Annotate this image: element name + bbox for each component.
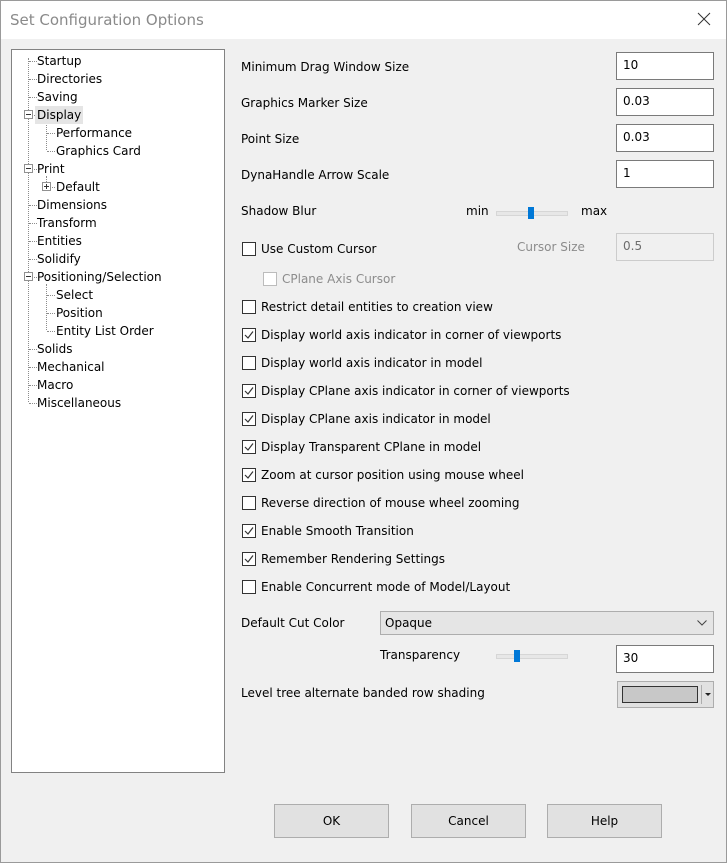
dynahandle-label: DynaHandle Arrow Scale: [241, 168, 390, 182]
shadow-blur-min-label: min: [466, 204, 489, 218]
close-button[interactable]: [689, 9, 719, 31]
tree-item-display[interactable]: Display: [35, 106, 84, 124]
use-custom-cursor-label[interactable]: Use Custom Cursor: [261, 242, 376, 256]
tree-item-startup[interactable]: Startup: [35, 52, 84, 70]
config-dialog: Set Configuration Options Startup Direct…: [0, 0, 727, 863]
close-icon: [697, 12, 711, 26]
option-checkbox[interactable]: [242, 524, 256, 538]
option-checkbox-label[interactable]: Restrict detail entities to creation vie…: [261, 300, 493, 314]
tree-item-solids[interactable]: Solids: [35, 340, 75, 358]
point-size-label: Point Size: [241, 132, 300, 146]
dialog-title: Set Configuration Options: [10, 11, 204, 29]
min-drag-input[interactable]: 10: [616, 52, 714, 80]
tree-item-performance[interactable]: Performance: [54, 124, 134, 142]
option-checkbox[interactable]: [242, 580, 256, 594]
checkmark-icon: [244, 415, 254, 423]
tree-item-miscellaneous[interactable]: Miscellaneous: [35, 394, 123, 412]
checkmark-icon: [244, 387, 254, 395]
tree-item-entities[interactable]: Entities: [35, 232, 84, 250]
shadow-blur-slider-thumb[interactable]: [528, 207, 534, 219]
checkmark-icon: [244, 527, 254, 535]
expand-default-icon[interactable]: [42, 182, 51, 191]
use-custom-cursor-checkbox[interactable]: [242, 242, 256, 256]
option-checkbox[interactable]: [242, 384, 256, 398]
option-checkbox[interactable]: [242, 356, 256, 370]
cursor-size-input[interactable]: 0.5: [616, 233, 714, 261]
option-checkbox-label[interactable]: Remember Rendering Settings: [261, 552, 445, 566]
dynahandle-input[interactable]: 1: [616, 160, 714, 188]
cut-color-dropdown[interactable]: Opaque: [380, 611, 714, 635]
banded-shading-color-picker[interactable]: [617, 681, 714, 708]
color-swatch: [622, 686, 698, 703]
shadow-blur-max-label: max: [581, 204, 608, 218]
transparency-label: Transparency: [380, 648, 461, 662]
option-checkbox[interactable]: [242, 552, 256, 566]
tree-item-entity-list-order[interactable]: Entity List Order: [54, 322, 156, 340]
cut-color-label: Default Cut Color: [241, 616, 345, 630]
option-checkbox[interactable]: [242, 468, 256, 482]
tree-item-mechanical[interactable]: Mechanical: [35, 358, 107, 376]
banded-shading-label: Level tree alternate banded row shading: [241, 686, 485, 700]
collapse-display-icon[interactable]: [24, 110, 33, 119]
option-checkbox[interactable]: [242, 440, 256, 454]
option-checkbox-label[interactable]: Display world axis indicator in model: [261, 356, 483, 370]
ok-button[interactable]: OK: [274, 804, 389, 838]
tree-item-position[interactable]: Position: [54, 304, 105, 322]
option-checkbox-label[interactable]: Reverse direction of mouse wheel zooming: [261, 496, 519, 510]
help-button[interactable]: Help: [547, 804, 662, 838]
tree-item-select[interactable]: Select: [54, 286, 95, 304]
tree-item-positioning-selection[interactable]: Positioning/Selection: [35, 268, 164, 286]
point-size-input[interactable]: 0.03: [616, 124, 714, 152]
tree-item-saving[interactable]: Saving: [35, 88, 80, 106]
category-tree[interactable]: Startup Directories Saving Display Perfo…: [11, 49, 225, 773]
marker-size-input[interactable]: 0.03: [616, 88, 714, 116]
option-checkbox-label[interactable]: Display CPlane axis indicator in model: [261, 412, 491, 426]
option-checkbox[interactable]: [242, 496, 256, 510]
option-checkbox[interactable]: [242, 412, 256, 426]
cplane-axis-cursor-label[interactable]: CPlane Axis Cursor: [282, 272, 395, 286]
title-bar: Set Configuration Options: [1, 1, 726, 39]
transparency-input[interactable]: 30: [616, 645, 714, 673]
option-checkbox-label[interactable]: Display world axis indicator in corner o…: [261, 328, 561, 342]
option-checkbox-label[interactable]: Display CPlane axis indicator in corner …: [261, 384, 570, 398]
chevron-down-icon: [697, 620, 707, 626]
checkmark-icon: [244, 555, 254, 563]
option-checkbox-label[interactable]: Enable Smooth Transition: [261, 524, 414, 538]
tree-item-print[interactable]: Print: [35, 160, 67, 178]
cursor-size-label: Cursor Size: [517, 240, 585, 254]
tree-line: [46, 284, 47, 330]
option-checkbox[interactable]: [242, 328, 256, 342]
option-checkbox-label[interactable]: Display Transparent CPlane in model: [261, 440, 481, 454]
shadow-blur-label: Shadow Blur: [241, 204, 317, 218]
cut-color-selected: Opaque: [385, 616, 433, 630]
collapse-print-icon[interactable]: [24, 164, 33, 173]
transparency-slider-thumb[interactable]: [514, 650, 520, 662]
checkmark-icon: [244, 471, 254, 479]
cancel-button[interactable]: Cancel: [411, 804, 526, 838]
option-checkbox[interactable]: [242, 300, 256, 314]
dropdown-arrow-icon: [705, 693, 711, 696]
tree-line: [46, 122, 47, 150]
tree-item-solidify[interactable]: Solidify: [35, 250, 83, 268]
tree-item-dimensions[interactable]: Dimensions: [35, 196, 109, 214]
tree-item-macro[interactable]: Macro: [35, 376, 75, 394]
tree-item-transform[interactable]: Transform: [35, 214, 99, 232]
transparency-slider[interactable]: [496, 654, 568, 659]
min-drag-label: Minimum Drag Window Size: [241, 60, 410, 74]
checkmark-icon: [244, 443, 254, 451]
tree-item-default[interactable]: Default: [54, 178, 102, 196]
marker-size-label: Graphics Marker Size: [241, 96, 368, 110]
tree-item-graphics-card[interactable]: Graphics Card: [54, 142, 143, 160]
cplane-axis-cursor-checkbox[interactable]: [263, 272, 277, 286]
option-checkbox-label[interactable]: Enable Concurrent mode of Model/Layout: [261, 580, 510, 594]
tree-item-directories[interactable]: Directories: [35, 70, 104, 88]
collapse-positioning-icon[interactable]: [24, 272, 33, 281]
option-checkbox-label[interactable]: Zoom at cursor position using mouse whee…: [261, 468, 524, 482]
checkmark-icon: [244, 331, 254, 339]
